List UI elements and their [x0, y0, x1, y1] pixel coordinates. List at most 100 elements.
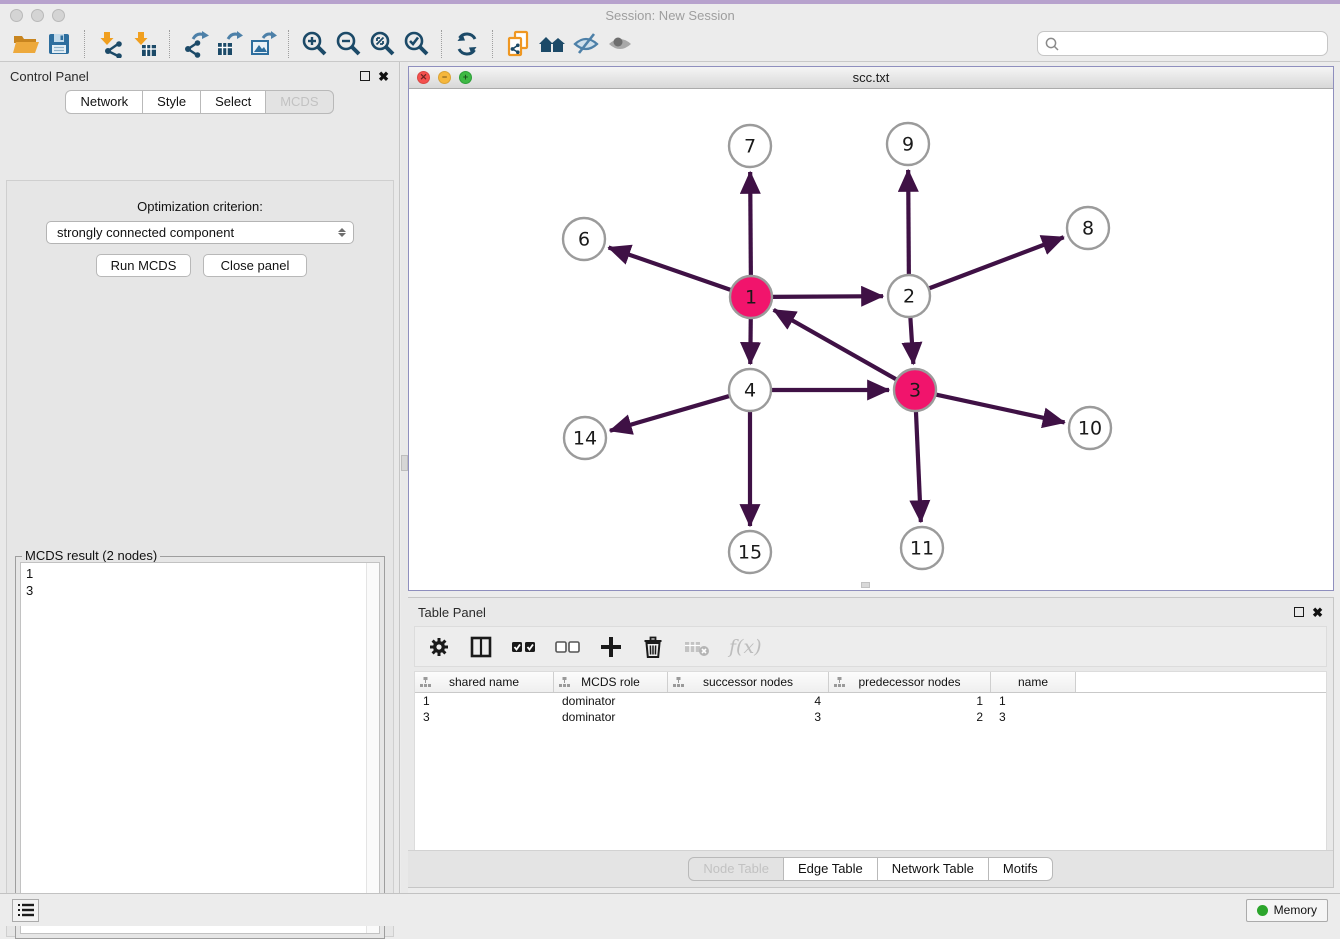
- node-table: shared name MCDS role successor nodes pr…: [414, 671, 1327, 851]
- refresh-icon[interactable]: [450, 29, 484, 59]
- search-icon: [1044, 36, 1060, 52]
- zoom-selected-icon[interactable]: [399, 29, 433, 59]
- result-line: 3: [26, 582, 374, 599]
- graph-edge-3-11[interactable]: [916, 409, 921, 522]
- cell-shared-name[interactable]: 1: [415, 694, 554, 708]
- clone-network-icon[interactable]: [501, 29, 535, 59]
- result-scrollbar[interactable]: [366, 563, 379, 933]
- mcds-panel: Optimization criterion: strongly connect…: [6, 180, 394, 937]
- add-column-icon[interactable]: [599, 632, 623, 662]
- task-history-button[interactable]: [12, 899, 39, 922]
- tab-node-table[interactable]: Node Table: [688, 857, 784, 881]
- column-header-successor-nodes[interactable]: successor nodes: [668, 672, 829, 692]
- show-column-panel-icon[interactable]: [469, 632, 493, 662]
- graph-edge-2-9[interactable]: [908, 170, 909, 277]
- graph-node-label-7: 7: [744, 136, 756, 158]
- tab-network-table[interactable]: Network Table: [877, 857, 989, 881]
- app-titlebar: Session: New Session: [0, 4, 1340, 26]
- toolbar-separator: [288, 30, 289, 58]
- select-all-columns-icon[interactable]: [511, 632, 537, 662]
- table-tab-bar: Node Table Edge Table Network Table Moti…: [408, 850, 1333, 887]
- export-network-icon[interactable]: [178, 29, 212, 59]
- close-table-panel-icon[interactable]: ✖: [1312, 606, 1323, 619]
- tab-edge-table[interactable]: Edge Table: [783, 857, 878, 881]
- show-all-icon[interactable]: [603, 29, 637, 59]
- mcds-result-text[interactable]: 1 3: [20, 562, 380, 934]
- graph-node-label-1: 1: [745, 287, 757, 309]
- graph-edge-1-4[interactable]: [750, 316, 751, 364]
- zoom-fit-icon[interactable]: [365, 29, 399, 59]
- run-mcds-button[interactable]: Run MCDS: [96, 254, 191, 277]
- criterion-dropdown[interactable]: strongly connected component: [46, 221, 354, 244]
- main-toolbar: [0, 26, 1340, 62]
- float-table-panel-icon[interactable]: [1294, 607, 1304, 617]
- tab-mcds[interactable]: MCDS: [265, 90, 333, 114]
- graph-node-label-6: 6: [578, 229, 590, 251]
- tab-style[interactable]: Style: [142, 90, 201, 114]
- tab-motifs[interactable]: Motifs: [988, 857, 1053, 881]
- graph-node-label-15: 15: [738, 542, 762, 564]
- import-table-icon[interactable]: [127, 29, 161, 59]
- network-window-title: scc.txt: [409, 70, 1333, 85]
- memory-button[interactable]: Memory: [1246, 899, 1328, 922]
- table-panel-title: Table Panel: [418, 605, 486, 620]
- close-panel-icon[interactable]: ✖: [378, 70, 389, 83]
- graph-edge-3-10[interactable]: [934, 394, 1065, 422]
- network-window-titlebar[interactable]: ✕ − + scc.txt: [409, 67, 1333, 89]
- column-header-mcds-role[interactable]: MCDS role: [554, 672, 668, 692]
- graph-edge-1-6[interactable]: [609, 248, 733, 291]
- control-panel-tabs: Network Style Select MCDS: [0, 90, 399, 114]
- result-line: 1: [26, 565, 374, 582]
- table-panel-header: Table Panel ✖: [408, 598, 1333, 626]
- memory-label: Memory: [1274, 903, 1317, 917]
- table-row[interactable]: 3 dominator 3 2 3: [415, 709, 1326, 725]
- cell-mcds-role[interactable]: dominator: [554, 694, 668, 708]
- cell-shared-name[interactable]: 3: [415, 710, 554, 724]
- table-panel: Table Panel ✖ f(x): [408, 597, 1334, 888]
- criterion-dropdown-value: strongly connected component: [57, 225, 234, 240]
- export-table-icon[interactable]: [212, 29, 246, 59]
- cell-successor-nodes[interactable]: 3: [668, 710, 829, 724]
- panel-splitter[interactable]: [401, 62, 408, 893]
- delete-columns-icon[interactable]: [641, 632, 665, 662]
- cell-successor-nodes[interactable]: 4: [668, 694, 829, 708]
- zoom-out-icon[interactable]: [331, 29, 365, 59]
- cell-name[interactable]: 3: [991, 710, 1076, 724]
- column-header-shared-name[interactable]: shared name: [415, 672, 554, 692]
- zoom-in-icon[interactable]: [297, 29, 331, 59]
- splitter-grip[interactable]: [401, 455, 408, 471]
- export-image-icon[interactable]: [246, 29, 280, 59]
- graph-edge-2-8[interactable]: [927, 237, 1064, 289]
- column-header-name[interactable]: name: [991, 672, 1076, 692]
- first-neighbors-icon[interactable]: [535, 29, 569, 59]
- cell-predecessor-nodes[interactable]: 2: [829, 710, 991, 724]
- graph-edge-1-2[interactable]: [770, 296, 883, 297]
- network-resize-handle[interactable]: [861, 582, 870, 588]
- graph-edge-4-14[interactable]: [610, 395, 732, 430]
- column-header-predecessor-nodes[interactable]: predecessor nodes: [829, 672, 991, 692]
- settings-gear-icon[interactable]: [427, 632, 451, 662]
- cell-predecessor-nodes[interactable]: 1: [829, 694, 991, 708]
- graph-edge-2-3[interactable]: [910, 315, 913, 364]
- table-header-row: shared name MCDS role successor nodes pr…: [415, 672, 1326, 693]
- optimization-criterion-label: Optimization criterion:: [7, 199, 393, 214]
- close-panel-button[interactable]: Close panel: [203, 254, 307, 277]
- tab-select[interactable]: Select: [200, 90, 266, 114]
- graph-edge-1-7[interactable]: [750, 172, 751, 278]
- graph-node-label-8: 8: [1082, 218, 1094, 240]
- network-graph[interactable]: 7968124314101511: [409, 89, 1333, 590]
- float-panel-icon[interactable]: [360, 71, 370, 81]
- cell-mcds-role[interactable]: dominator: [554, 710, 668, 724]
- search-box[interactable]: [1037, 31, 1328, 56]
- open-file-icon[interactable]: [8, 29, 42, 59]
- tab-network[interactable]: Network: [65, 90, 143, 114]
- cell-name[interactable]: 1: [991, 694, 1076, 708]
- graph-edge-3-1[interactable]: [774, 310, 899, 381]
- table-row[interactable]: 1 dominator 4 1 1: [415, 693, 1326, 709]
- toolbar-separator: [169, 30, 170, 58]
- hide-selected-icon[interactable]: [569, 29, 603, 59]
- search-input[interactable]: [1064, 36, 1321, 51]
- unselect-all-columns-icon[interactable]: [555, 632, 581, 662]
- save-session-icon[interactable]: [42, 29, 76, 59]
- import-network-icon[interactable]: [93, 29, 127, 59]
